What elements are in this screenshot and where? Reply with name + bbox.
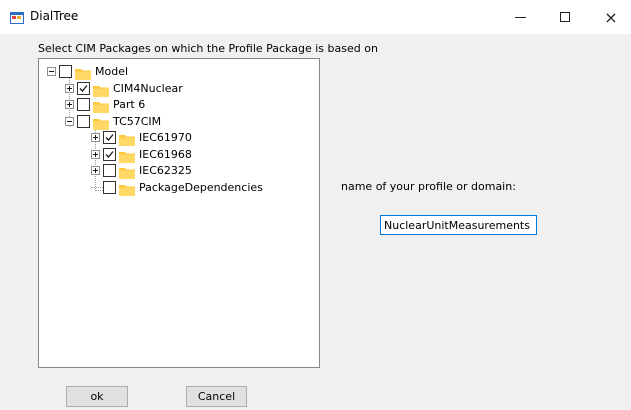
tree-node[interactable]: Part 6: [65, 96, 146, 113]
folder-icon: [119, 181, 135, 196]
profile-name-label: name of your profile or domain:: [341, 180, 516, 193]
ok-button[interactable]: ok: [66, 386, 128, 407]
tree-node[interactable]: IEC61968: [91, 146, 192, 163]
tree-node-label: PackageDependencies: [139, 180, 263, 194]
expand-icon[interactable]: [91, 165, 100, 175]
tree-node-checkbox[interactable]: [59, 64, 72, 78]
tree-node-checkbox[interactable]: [103, 163, 116, 177]
tree-node-label: CIM4Nuclear: [113, 81, 183, 95]
tree-node-checkbox[interactable]: [77, 97, 90, 111]
folder-icon: [93, 82, 109, 97]
cancel-button[interactable]: Cancel: [186, 386, 247, 407]
tree-node-label: IEC61968: [139, 147, 192, 161]
tree-node[interactable]: CIM4Nuclear: [65, 80, 183, 97]
package-tree[interactable]: Model CIM4Nuclear Part 6 TC57CIM IEC61970 IEC…: [38, 58, 320, 368]
expand-icon[interactable]: [91, 149, 100, 159]
close-icon: ×: [604, 7, 618, 27]
folder-icon: [119, 131, 135, 146]
folder-icon: [75, 65, 91, 80]
folder-icon: [119, 164, 135, 179]
title-bar: DialTree ×: [0, 0, 631, 34]
folder-icon: [93, 98, 109, 113]
collapse-icon[interactable]: [65, 116, 74, 126]
tree-node[interactable]: IEC61970: [91, 129, 192, 146]
folder-icon: [119, 148, 135, 163]
tree-node[interactable]: IEC62325: [91, 162, 192, 179]
tree-node-label: IEC61970: [139, 130, 192, 144]
tree-node-label: TC57CIM: [113, 114, 162, 128]
folder-icon: [93, 115, 109, 130]
tree-node-checkbox[interactable]: [77, 114, 90, 128]
tree-node-checkbox[interactable]: [103, 180, 116, 194]
maximize-button[interactable]: [542, 0, 588, 34]
dialog-window: DialTree × Select CIM Packages on which …: [0, 0, 631, 410]
tree-node-label: Part 6: [113, 97, 146, 111]
expand-icon[interactable]: [65, 99, 74, 109]
tree-node-checkbox[interactable]: [77, 81, 90, 95]
expand-icon[interactable]: [65, 83, 74, 93]
app-window-icon: [10, 10, 24, 24]
collapse-icon[interactable]: [47, 66, 56, 76]
minimize-icon: [514, 16, 526, 18]
tree-node-checkbox[interactable]: [103, 130, 116, 144]
tree-node[interactable]: Model: [47, 63, 129, 80]
close-button[interactable]: ×: [588, 0, 631, 34]
profile-name-input[interactable]: [380, 215, 537, 235]
minimize-button[interactable]: [497, 0, 543, 34]
tree-branch-line: [91, 186, 103, 188]
instruction-label: Select CIM Packages on which the Profile…: [38, 42, 378, 55]
tree-node-label: Model: [95, 64, 129, 78]
expand-icon[interactable]: [91, 132, 100, 142]
tree-node[interactable]: TC57CIM: [65, 113, 162, 130]
window-title: DialTree: [30, 9, 79, 23]
maximize-icon: [560, 12, 570, 22]
tree-node[interactable]: PackageDependencies: [91, 179, 263, 196]
tree-node-checkbox[interactable]: [103, 147, 116, 161]
tree-node-label: IEC62325: [139, 163, 192, 177]
